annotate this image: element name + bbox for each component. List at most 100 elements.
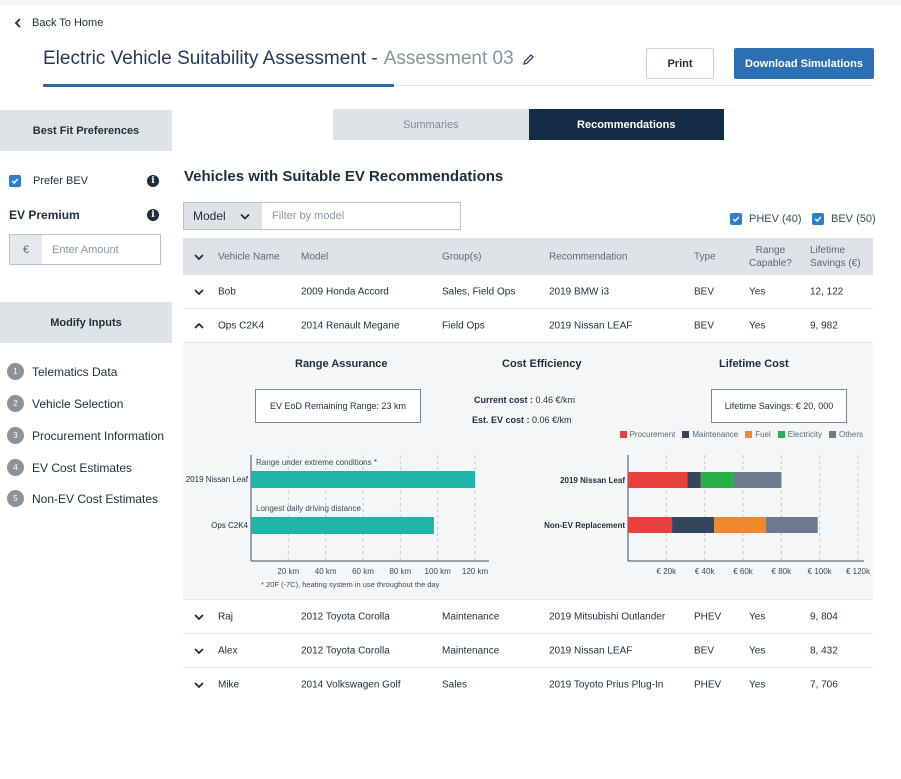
best-fit-header: Best Fit Preferences <box>0 110 172 151</box>
step-label: Vehicle Selection <box>32 396 124 411</box>
model: 2012 Toyota Corolla <box>301 611 390 622</box>
ev-premium-field[interactable]: € <box>9 234 161 265</box>
filter-field-select[interactable]: Model <box>184 203 262 229</box>
tab-summaries[interactable]: Summaries <box>333 109 529 140</box>
lifetime-savings: 7, 706 <box>810 679 838 691</box>
chevron-up-icon[interactable] <box>193 320 205 332</box>
vehicle-name: Bob <box>218 286 236 297</box>
lifetime-cost-chart: € 20k € 40k € 60k € 80k € 100k € 120k 2019 Nis… <box>544 455 871 576</box>
prefer-bev-row[interactable]: Prefer BEV i <box>9 175 159 187</box>
type: PHEV <box>694 679 722 691</box>
col-recommendation[interactable]: Recommendation <box>549 250 627 263</box>
currency-prefix: € <box>10 235 42 264</box>
table-row[interactable]: Bob 2009 Honda Accord Sales, Field Ops 2… <box>183 275 873 309</box>
amount-input[interactable] <box>42 235 160 264</box>
cost-segment-electricity <box>700 472 734 488</box>
col-type[interactable]: Type <box>694 250 716 263</box>
chart-footnote: * 20F (-7C), heating system in use throu… <box>261 580 440 589</box>
ev-premium-row: EV Premium i <box>9 208 159 222</box>
chevron-down-icon[interactable] <box>193 645 205 657</box>
step-ev-cost-estimates[interactable]: 4 EV Cost Estimates <box>7 459 132 476</box>
col-lifetime-savings[interactable]: Lifetime Savings (€) <box>810 244 861 270</box>
x-tick-label: € 100k <box>808 567 833 576</box>
pencil-icon[interactable] <box>522 53 535 66</box>
prefer-bev-label: Prefer BEV <box>33 175 89 187</box>
lifetime-savings: 8, 432 <box>810 645 838 656</box>
print-button[interactable]: Print <box>646 48 714 79</box>
title-underline <box>43 84 394 87</box>
step-telematics-data[interactable]: 1 Telematics Data <box>7 363 117 380</box>
bev-checkbox[interactable] <box>812 213 824 225</box>
download-simulations-button[interactable]: Download Simulations <box>734 48 874 79</box>
recommendation: 2019 BMW i3 <box>549 286 610 297</box>
step-label: Non-EV Cost Estimates <box>32 491 159 506</box>
col-vehicle-name[interactable]: Vehicle Name <box>218 250 280 263</box>
cost-segment-procurement <box>628 472 688 488</box>
chevron-left-icon <box>14 18 21 28</box>
prefer-bev-checkbox[interactable] <box>9 175 21 187</box>
table-row[interactable]: Mike 2014 Volkswagen Golf Sales 2019 Toy… <box>183 668 873 702</box>
x-tick-label: 120 km <box>462 567 489 576</box>
phev-filter[interactable]: PHEV (40) <box>730 213 802 225</box>
step-number: 1 <box>7 363 24 380</box>
current-cost-line: Current cost : 0.46 €/km <box>474 395 575 405</box>
step-label: EV Cost Estimates <box>32 460 133 475</box>
vehicle-details-panel: Range Assurance Cost Efficiency Lifetime… <box>183 343 873 600</box>
step-number: 2 <box>7 395 24 412</box>
back-to-home-link[interactable]: Back To Home <box>14 17 103 29</box>
vehicle-name: Mike <box>218 679 240 691</box>
table-row[interactable]: Raj 2012 Toyota Corolla Maintenance 2019… <box>183 600 873 634</box>
recommendation: 2019 Nissan LEAF <box>549 645 633 656</box>
chevron-down-icon[interactable] <box>193 679 205 691</box>
info-icon[interactable]: i <box>147 175 159 187</box>
info-icon[interactable]: i <box>147 209 159 221</box>
tab-recommendations[interactable]: Recommendations <box>528 109 724 140</box>
ev-cost-value: 0.06 €/km <box>532 415 572 425</box>
table-row[interactable]: Alex 2012 Toyota Corolla Maintenance 201… <box>183 634 873 668</box>
bev-filter[interactable]: BEV (50) <box>812 213 876 225</box>
step-number: 3 <box>7 427 24 444</box>
model: 2014 Renault Megane <box>301 320 400 331</box>
cost-segment-maintenance <box>672 517 715 533</box>
range-assurance-title: Range Assurance <box>295 358 388 370</box>
step-label: Procurement Information <box>32 428 165 443</box>
recommendation: 2019 Toyoto Prius Plug-In <box>549 679 664 691</box>
x-tick-label: € 120k <box>846 567 871 576</box>
filter-input[interactable] <box>262 203 460 229</box>
x-tick-label: € 80k <box>772 567 793 576</box>
section-title: Vehicles with Suitable EV Recommendation… <box>184 168 504 185</box>
current-cost-label: Current cost : <box>474 395 534 405</box>
step-procurement-information[interactable]: 3 Procurement Information <box>7 427 164 444</box>
chevron-down-icon <box>240 213 250 220</box>
range-assurance-chart: 20 km 40 km 60 km 80 km 100 km 120 km Range un… <box>186 455 489 589</box>
collapse-all-chevron-icon[interactable] <box>193 251 205 263</box>
phev-label: PHEV (40) <box>749 213 802 225</box>
type: BEV <box>694 645 715 656</box>
x-tick-label: 20 km <box>277 567 299 576</box>
chevron-down-icon[interactable] <box>193 611 205 623</box>
ev-cost-label: Est. EV cost : <box>472 415 530 425</box>
range-bar <box>251 471 475 488</box>
step-vehicle-selection[interactable]: 2 Vehicle Selection <box>7 395 123 412</box>
col-range-capable[interactable]: Range Capable? <box>749 244 792 270</box>
col-model[interactable]: Model <box>301 250 328 263</box>
type: BEV <box>694 320 715 331</box>
chevron-down-icon[interactable] <box>193 286 205 298</box>
groups: Sales <box>442 679 468 691</box>
model: 2012 Toyota Corolla <box>301 645 390 656</box>
category-label: Ops C2K4 <box>211 521 248 530</box>
range-bar <box>251 517 434 534</box>
bev-label: BEV (50) <box>831 213 876 225</box>
category-label: 2019 Nissan Leaf <box>560 476 625 485</box>
col-groups[interactable]: Group(s) <box>442 250 481 263</box>
groups: Field Ops <box>442 320 485 331</box>
cost-segment-fuel <box>714 517 766 533</box>
view-tabs: Summaries Recommendations <box>333 109 724 140</box>
vehicle-name: Raj <box>218 611 234 622</box>
phev-checkbox[interactable] <box>730 213 742 225</box>
x-tick-label: 100 km <box>425 567 452 576</box>
table-row[interactable]: Ops C2K4 2014 Renault Megane Field Ops 2… <box>183 309 873 343</box>
x-tick-label: € 20k <box>657 567 678 576</box>
range-capable: Yes <box>749 679 766 691</box>
step-non-ev-cost-estimates[interactable]: 5 Non-EV Cost Estimates <box>7 490 158 507</box>
